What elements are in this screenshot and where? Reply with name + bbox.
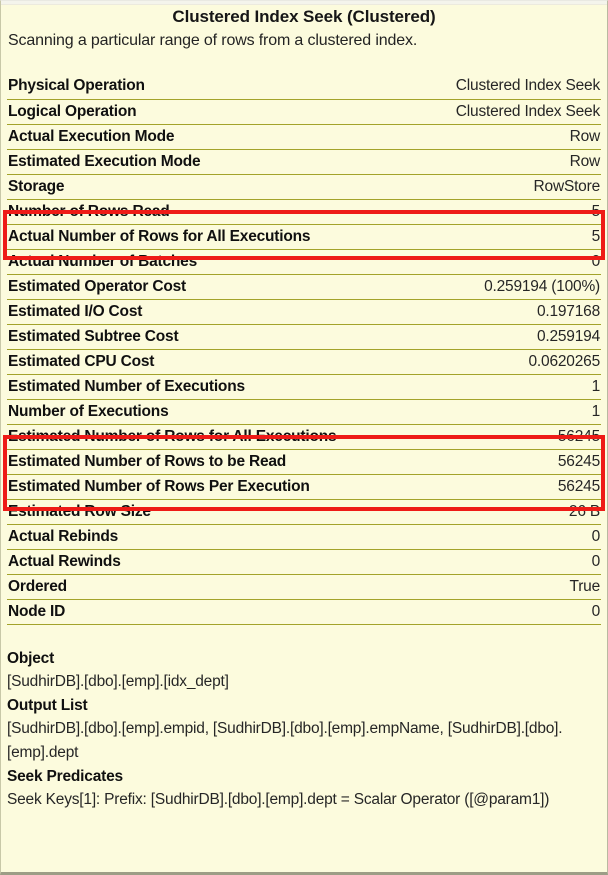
detail-section: Output List [SudhirDB].[dbo].[emp].empid,… [7, 694, 601, 765]
property-name: Estimated Number of Rows to be Read [7, 449, 304, 475]
table-row: Estimated Operator Cost 0.259194 (100%) [7, 274, 601, 300]
section-text: [SudhirDB].[dbo].[emp].empid, [SudhirDB]… [7, 719, 563, 761]
table-row: Storage RowStore [7, 174, 601, 200]
table-row: Estimated Row Size 26 B [7, 499, 601, 525]
property-name: Number of Rows Read [7, 199, 304, 225]
table-row: Actual Number of Rows for All Executions… [7, 224, 601, 250]
section-heading: Output List [7, 696, 88, 714]
property-name: Estimated Number of Rows Per Execution [7, 474, 310, 500]
property-name: Logical Operation [7, 99, 304, 125]
property-value: 1 [304, 399, 601, 425]
table-row: Actual Execution Mode Row [7, 124, 601, 150]
operator-description: Scanning a particular range of rows from… [8, 32, 418, 49]
table-row: Number of Rows Read 5 [7, 199, 601, 225]
property-value: Clustered Index Seek [304, 74, 601, 100]
section-text: Seek Keys[1]: Prefix: [SudhirDB].[dbo].[… [7, 790, 550, 808]
table-row: Ordered True [7, 574, 601, 600]
property-value: 26 B [304, 499, 601, 525]
property-value: Row [304, 149, 601, 175]
page-title: Clustered Index Seek (Clustered) [172, 7, 436, 26]
table-row: Estimated I/O Cost 0.197168 [7, 299, 601, 325]
property-value: 0 [304, 249, 601, 275]
property-value: 0.259194 (100%) [304, 274, 601, 300]
spacer-above-table [7, 52, 601, 74]
table-row: Node ID 0 [7, 599, 601, 625]
property-name: Actual Rewinds [7, 549, 304, 575]
property-name: Actual Rebinds [7, 524, 304, 550]
property-name: Estimated Number of Rows for All Executi… [7, 424, 337, 450]
property-value: 56245 [304, 474, 601, 500]
property-value: 5 [304, 199, 601, 225]
table-row: Actual Number of Batches 0 [7, 249, 601, 275]
property-name: Estimated Row Size [7, 499, 304, 525]
property-name: Node ID [7, 599, 304, 625]
property-name: Ordered [7, 574, 304, 600]
section-heading: Seek Predicates [7, 767, 123, 785]
property-name: Actual Execution Mode [7, 124, 304, 150]
property-value: 56245 [304, 424, 601, 450]
section-heading: Object [7, 649, 55, 667]
property-value: 0.259194 [304, 324, 601, 350]
table-row: Estimated CPU Cost 0.0620265 [7, 349, 601, 375]
property-value: 0 [304, 549, 601, 575]
detail-section: Seek Predicates Seek Keys[1]: Prefix: [Su… [7, 765, 601, 812]
table-row: Logical Operation Clustered Index Seek [7, 99, 601, 125]
table-row: Estimated Number of Executions 1 [7, 374, 601, 400]
property-name: Actual Number of Batches [7, 249, 304, 275]
property-name: Estimated Execution Mode [7, 149, 304, 175]
property-value: 1 [304, 374, 601, 400]
table-row: Actual Rewinds 0 [7, 549, 601, 575]
table-row: Estimated Number of Rows for All Executi… [7, 424, 601, 450]
section-text: [SudhirDB].[dbo].[emp].[idx_dept] [7, 672, 229, 690]
detail-section: Object [SudhirDB].[dbo].[emp].[idx_dept] [7, 647, 601, 694]
execution-plan-tooltip: Clustered Index Seek (Clustered) Scannin… [0, 0, 608, 875]
properties-table: Physical Operation Clustered Index Seek Lo… [7, 74, 601, 625]
property-name: Estimated CPU Cost [7, 349, 304, 375]
table-row: Physical Operation Clustered Index Seek [7, 74, 601, 100]
table-row: Number of Executions 1 [7, 399, 601, 425]
property-name: Actual Number of Rows for All Executions [7, 224, 311, 250]
property-value: 5 [304, 224, 601, 250]
property-value: Clustered Index Seek [304, 99, 601, 125]
property-value: Row [304, 124, 601, 150]
property-name: Number of Executions [7, 399, 304, 425]
table-row: Estimated Subtree Cost 0.259194 [7, 324, 601, 350]
property-value: 0.197168 [304, 299, 601, 325]
property-name: Estimated I/O Cost [7, 299, 304, 325]
property-value: RowStore [304, 174, 601, 200]
property-value: True [304, 574, 601, 600]
detail-sections: Object [SudhirDB].[dbo].[emp].[idx_dept] O… [7, 647, 601, 812]
property-value: 0 [304, 524, 601, 550]
table-row: Estimated Number of Rows to be Read 56245 [7, 449, 601, 475]
spacer-below-table [7, 625, 601, 647]
property-name: Estimated Operator Cost [7, 274, 304, 300]
table-row: Estimated Number of Rows Per Execution 56… [7, 474, 601, 500]
property-name: Physical Operation [7, 74, 304, 100]
table-row: Actual Rebinds 0 [7, 524, 601, 550]
property-name: Estimated Subtree Cost [7, 324, 304, 350]
property-value: 56245 [304, 449, 601, 475]
property-value: 0 [304, 599, 601, 625]
property-name: Storage [7, 174, 304, 200]
property-name: Estimated Number of Executions [7, 374, 304, 400]
table-row: Estimated Execution Mode Row [7, 149, 601, 175]
property-value: 0.0620265 [304, 349, 601, 375]
